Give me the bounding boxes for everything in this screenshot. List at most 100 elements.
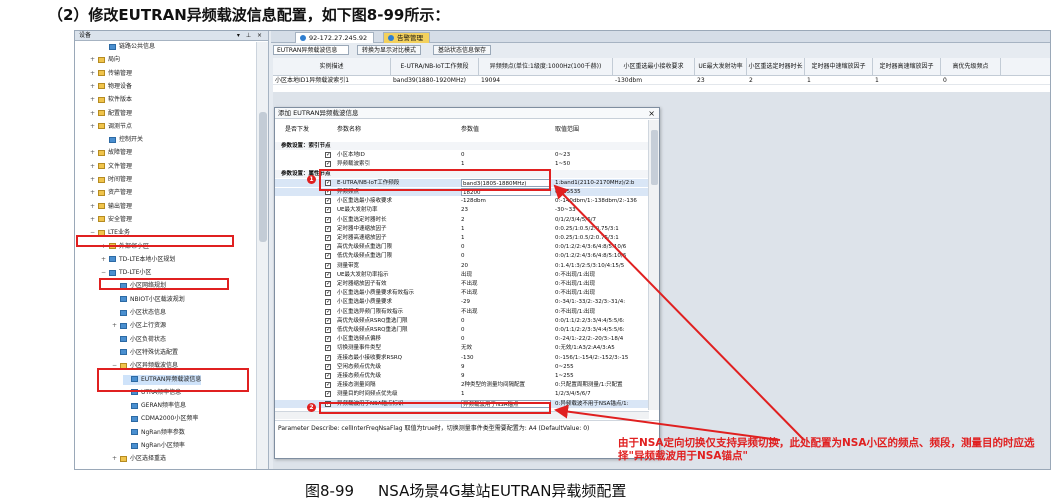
- send-checkbox[interactable]: [325, 262, 331, 269]
- param-row[interactable]: 小区重选频点偏移 0 0:-24/1:-22/2:-20/3:-18/4: [275, 335, 649, 343]
- expand-toggle-icon[interactable]: +: [90, 202, 98, 212]
- tree-item[interactable]: + 小区选择重选: [112, 454, 166, 464]
- expand-toggle-icon[interactable]: +: [90, 175, 98, 185]
- tree-item[interactable]: − TD-LTE小区: [101, 268, 151, 278]
- param-value[interactable]: 不出现: [461, 289, 551, 297]
- send-checkbox[interactable]: [325, 382, 331, 389]
- param-row[interactable]: 小区重选定时器时长 2 0/1/2/3/4/5/6/7: [275, 216, 649, 224]
- grid-column-header[interactable]: UE最大发射功率: [695, 58, 747, 76]
- tree-item[interactable]: GERAN频率信息: [123, 401, 186, 411]
- expand-toggle-icon[interactable]: +: [90, 69, 98, 79]
- grid-column-header[interactable]: 小区重选最小接收要求: [613, 58, 695, 76]
- expand-toggle-icon[interactable]: +: [90, 109, 98, 119]
- send-checkbox[interactable]: [325, 253, 331, 260]
- send-checkbox[interactable]: [325, 207, 331, 214]
- param-row[interactable]: 小区重选最小质量要求有效指示 不出现 0:不出现/1:出现: [275, 289, 649, 297]
- grid-column-header[interactable]: 小区重选定时器时长: [747, 58, 805, 76]
- param-value[interactable]: 1: [461, 160, 551, 168]
- param-value[interactable]: 无效: [461, 344, 551, 352]
- tree-item[interactable]: + 调测节点: [90, 122, 132, 132]
- expand-toggle-icon[interactable]: +: [90, 215, 98, 225]
- send-checkbox[interactable]: [325, 216, 331, 223]
- param-value[interactable]: 1: [461, 234, 551, 242]
- tree-item[interactable]: + 局向: [90, 55, 120, 65]
- send-checkbox[interactable]: [325, 373, 331, 379]
- grid-column-header[interactable]: 实例描述: [273, 58, 391, 76]
- param-value[interactable]: 0: [461, 243, 551, 251]
- param-group-row[interactable]: 参数设置：索引节点: [275, 142, 649, 150]
- param-row[interactable]: 空闲态频点优先级 9 0~255: [275, 363, 649, 371]
- param-row[interactable]: UE最大发射功率 23 -30~33: [275, 206, 649, 214]
- dialog-scroll-thumb[interactable]: [651, 130, 658, 185]
- tree-item[interactable]: + 传输管理: [90, 69, 132, 79]
- grid-column-header[interactable]: 定时器中速缩放因子: [805, 58, 873, 76]
- send-checkbox[interactable]: [325, 336, 331, 343]
- param-row[interactable]: 低优先级频点重选门限 0 0:0/1:2/2:4/3:6/4:8/5:10/6: [275, 252, 649, 260]
- param-value[interactable]: 23: [461, 206, 551, 214]
- param-value[interactable]: 0: [461, 335, 551, 343]
- table-row[interactable]: 小区本地ID1异频载波索引1 band39(1880-1920MHz) 19094 -…: [273, 76, 1050, 85]
- send-checkbox[interactable]: [325, 152, 331, 159]
- param-value[interactable]: 9: [461, 372, 551, 380]
- tree-item[interactable]: + 输出管理: [90, 202, 132, 212]
- param-value[interactable]: 1: [461, 225, 551, 233]
- expand-toggle-icon[interactable]: +: [90, 148, 98, 158]
- tree-item[interactable]: CDMA2000小区频率: [123, 414, 198, 424]
- param-value[interactable]: 1: [461, 390, 551, 398]
- expand-toggle-icon[interactable]: +: [90, 82, 98, 92]
- send-checkbox[interactable]: [325, 225, 331, 232]
- tree-item[interactable]: 小区状态信息: [112, 308, 166, 318]
- param-row[interactable]: 连接态测量间隔 2种类型的测量均间隔配置 0:只配置周期测量/1:只配置: [275, 381, 649, 389]
- send-checkbox[interactable]: [325, 363, 331, 370]
- send-checkbox[interactable]: [325, 235, 331, 241]
- param-row[interactable]: 测量带宽 20 0:1.4/1:3/2:5/3:10/4:15/5: [275, 262, 649, 270]
- tab-device[interactable]: 92-172.27.245.92: [295, 32, 375, 43]
- send-checkbox[interactable]: [325, 161, 331, 168]
- param-value[interactable]: 0: [461, 317, 551, 325]
- param-value[interactable]: 2种类型的测量均间隔配置: [461, 381, 551, 389]
- object-selector[interactable]: EUTRAN异频载波信息: [273, 45, 349, 55]
- tree-item[interactable]: NgRan频率参数: [123, 428, 185, 438]
- param-value[interactable]: -130: [461, 354, 551, 362]
- param-value[interactable]: -128dbm: [461, 197, 551, 205]
- expand-toggle-icon[interactable]: +: [112, 454, 120, 464]
- tree-item[interactable]: + 小区上行资源: [112, 321, 166, 331]
- dialog-vertical-scrollbar[interactable]: [648, 120, 659, 410]
- param-row[interactable]: 小区重选最小质量要求 -29 0:-34/1:-33/2:-32/3:-31/4:: [275, 298, 649, 306]
- expand-toggle-icon[interactable]: +: [90, 95, 98, 105]
- send-checkbox[interactable]: [325, 281, 331, 287]
- tree-item[interactable]: 控制开关: [101, 135, 143, 145]
- expand-toggle-icon[interactable]: +: [90, 122, 98, 132]
- send-checkbox[interactable]: [325, 198, 331, 205]
- expand-toggle-icon[interactable]: −: [101, 268, 109, 278]
- tree-item[interactable]: + TD-LTE本地小区规划: [101, 255, 175, 265]
- send-checkbox[interactable]: [325, 354, 331, 361]
- tree-item[interactable]: + 文件管理: [90, 162, 132, 172]
- param-value[interactable]: 0: [461, 326, 551, 334]
- tree-item[interactable]: NBIOT小区载波规划: [112, 295, 185, 305]
- tree-item[interactable]: + 软件版本: [90, 95, 132, 105]
- param-row[interactable]: 小区本地ID 0 0~23: [275, 151, 649, 159]
- send-checkbox[interactable]: [325, 271, 331, 278]
- tree-scroll-thumb[interactable]: [259, 112, 267, 242]
- expand-toggle-icon[interactable]: +: [90, 188, 98, 198]
- param-row[interactable]: 小区重选最小接收要求 -128dbm 0:-140dbm/1:-138dbm/2:-…: [275, 197, 649, 205]
- grid-column-header[interactable]: E-UTRA/NB-IoT工作频段: [391, 58, 479, 76]
- param-value[interactable]: 0: [461, 252, 551, 260]
- param-row[interactable]: 高优先级频点重选门限 0 0:0/1:2/2:4/3:6/4:8/5:10/6: [275, 243, 649, 251]
- expand-toggle-icon[interactable]: +: [101, 255, 109, 265]
- tree-item[interactable]: + 资产管理: [90, 188, 132, 198]
- expand-toggle-icon[interactable]: +: [112, 321, 120, 331]
- param-value[interactable]: 不出现: [461, 308, 551, 316]
- tree-item[interactable]: 小区负荷状态: [112, 335, 166, 345]
- tree-item[interactable]: + 配置管理: [90, 109, 132, 119]
- param-row[interactable]: 切换测量事件类型 无效 0:无效/1:A3/2:A4/3:A5: [275, 344, 649, 352]
- grid-column-header[interactable]: 高优先级频点: [941, 58, 1001, 76]
- param-row[interactable]: 高优先级频点RSRQ重选门限 0 0:0/1:1/2:2/3:3/4:4/5:5/6…: [275, 317, 649, 325]
- save-state-button[interactable]: 基站状态信息保存: [433, 45, 492, 55]
- send-checkbox[interactable]: [325, 327, 331, 333]
- param-value[interactable]: 0: [461, 151, 551, 159]
- param-value[interactable]: -29: [461, 298, 551, 306]
- close-icon[interactable]: ×: [648, 108, 655, 119]
- tree-item[interactable]: + 安全管理: [90, 215, 132, 225]
